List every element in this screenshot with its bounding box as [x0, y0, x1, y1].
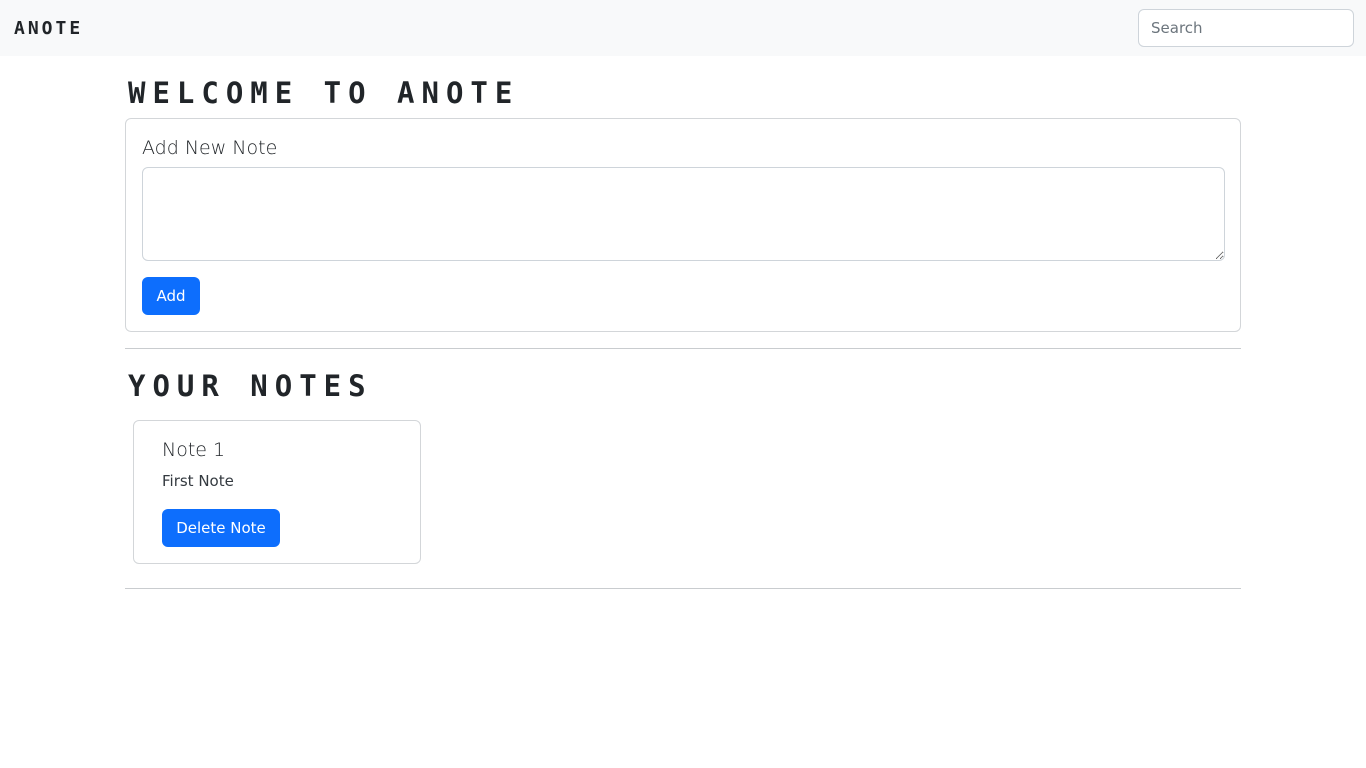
notes-section-title: YOUR NOTES — [128, 369, 373, 403]
search-input[interactable] — [1138, 9, 1354, 47]
navbar: ANOTE — [0, 0, 1366, 56]
note-text: First Note — [162, 472, 234, 490]
add-note-card: Add New Note Add — [125, 118, 1241, 332]
delete-note-button[interactable]: Delete Note — [162, 509, 280, 547]
add-button[interactable]: Add — [142, 277, 200, 315]
page-title: WELCOME TO ANOTE — [128, 76, 520, 110]
note-title: Note 1 — [162, 439, 226, 461]
note-card: Note 1 First Note Delete Note — [133, 420, 421, 564]
divider — [125, 348, 1241, 349]
brand-logo[interactable]: ANOTE — [14, 18, 83, 40]
note-textarea[interactable] — [142, 167, 1225, 261]
add-note-label: Add New Note — [142, 137, 278, 159]
divider — [125, 588, 1241, 589]
